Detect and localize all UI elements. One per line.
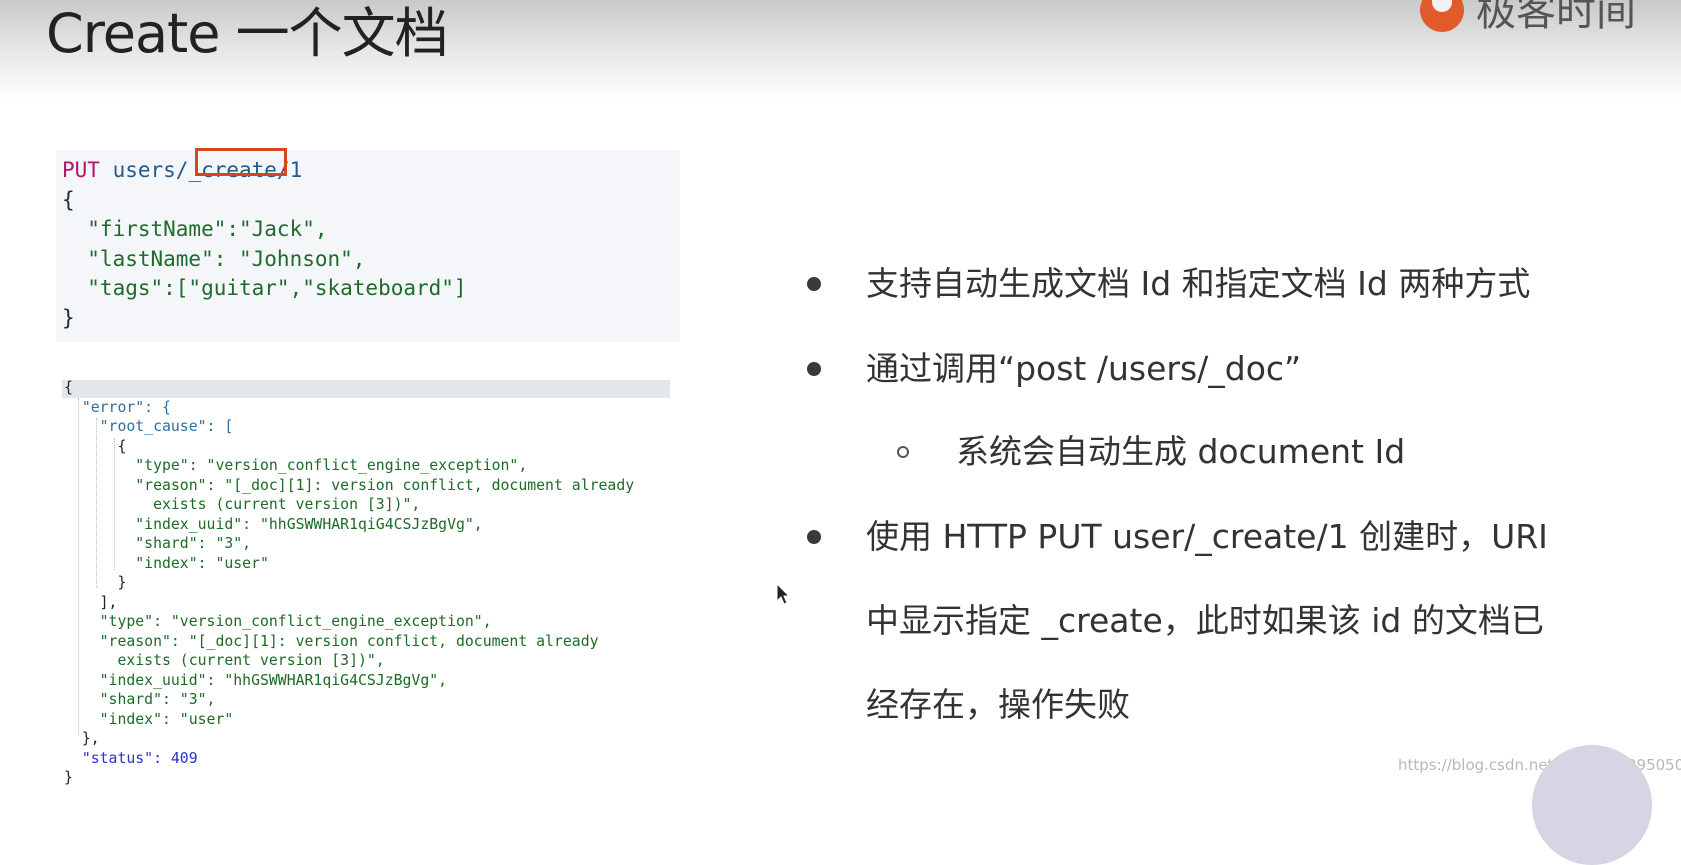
create-highlight-box (195, 148, 287, 176)
request-body-line: "lastName": "Johnson", (62, 246, 366, 271)
response-line: "index": "user" (64, 710, 234, 728)
bullet-dot-icon (807, 530, 821, 544)
response-code: { "error": { "root_cause": [ { "type": "… (64, 378, 634, 785)
response-line: } (64, 769, 73, 785)
response-line: "shard": "3", (64, 691, 216, 708)
brand-logo-icon (1420, 0, 1464, 32)
response-line: "type": "version_conflict_engine_excepti… (64, 457, 528, 474)
bullet-dot-icon (807, 362, 821, 376)
response-line: "status": 409 (64, 749, 198, 767)
bullet-2-sub: 系统会自动生成 document Id (956, 432, 1406, 471)
request-code-block: PUT users/_create/1 { "firstName":"Jack"… (56, 150, 680, 342)
response-line: ], (64, 593, 118, 611)
response-line: exists (current version [3])", (64, 496, 421, 513)
slide-title: Create 一个文档 (46, 2, 449, 65)
request-path-prefix: users/ (112, 158, 189, 182)
brand-logo: 极客时间 (1418, 0, 1681, 42)
bullet-3-line-2: 中显示指定 _create，此时如果该 id 的文档已 (866, 601, 1544, 640)
bullet-1: 支持自动生成文档 Id 和指定文档 Id 两种方式 (866, 264, 1531, 303)
presenter-avatar (1532, 745, 1652, 865)
response-line: "index": "user" (64, 554, 269, 572)
bullet-3-line-1: 使用 HTTP PUT user/_create/1 创建时，URI (866, 517, 1548, 556)
response-line: exists (current version [3])", (64, 652, 385, 669)
sub-bullet-ring-icon (897, 446, 909, 458)
response-line: { (64, 437, 127, 455)
response-line: "index_uuid": "hhGSWWHAR1qiG4CSJzBgVg", (64, 515, 483, 533)
bullet-3-line-3: 经存在，操作失败 (866, 685, 1130, 724)
bullet-2: 通过调用“post /users/_doc” (866, 349, 1302, 388)
request-body-line: "tags":["guitar","skateboard"] (62, 276, 467, 300)
mouse-cursor-icon (776, 583, 791, 605)
response-line: } (64, 574, 127, 591)
response-line: }, (64, 730, 100, 747)
response-line: "reason": "[_doc][1]: version conflict, … (64, 476, 635, 494)
response-line: "index_uuid": "hhGSWWHAR1qiG4CSJzBgVg", (64, 671, 448, 689)
response-line: "error": { (64, 398, 171, 416)
response-line: { (64, 379, 73, 396)
brand-logo-text: 极客时间 (1476, 0, 1636, 35)
request-body-line: { (62, 187, 75, 212)
request-code: PUT users/_create/1 { "firstName":"Jack"… (62, 156, 467, 333)
slide-header: Create 一个文档 极客时间 (0, 0, 1681, 100)
request-body-line: "firstName":"Jack", (62, 217, 328, 241)
bullet-dot-icon (807, 277, 821, 291)
response-line: "root_cause": [ (64, 418, 234, 435)
request-body-line: } (62, 305, 75, 330)
http-method: PUT (62, 158, 100, 182)
response-code-block: { "error": { "root_cause": [ { "type": "… (56, 378, 676, 785)
response-line: "shard": "3", (64, 535, 252, 552)
response-line: "reason": "[_doc][1]: version conflict, … (64, 632, 599, 650)
response-line: "type": "version_conflict_engine_excepti… (64, 613, 492, 630)
